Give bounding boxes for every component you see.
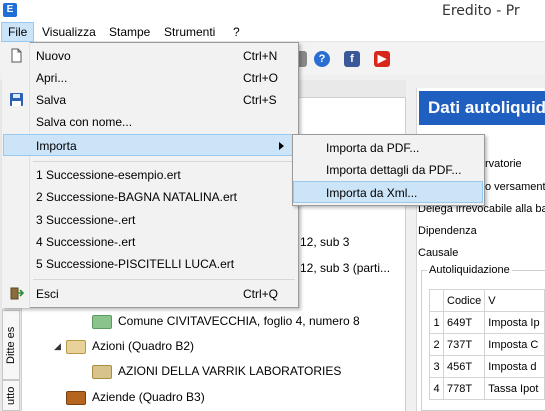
label-versamento: o versament bbox=[485, 181, 545, 193]
label-dipendenza: Dipendenza bbox=[418, 225, 477, 237]
table-row[interactable]: 2 737T Imposta C bbox=[429, 333, 545, 356]
table-header[interactable]: Codice bbox=[442, 289, 486, 312]
table-header-row: Codice V bbox=[429, 289, 545, 312]
table-row[interactable]: 1 649T Imposta Ip bbox=[429, 311, 545, 334]
tab-tutto[interactable]: utto bbox=[2, 380, 20, 411]
menu-file[interactable]: File bbox=[1, 22, 35, 42]
menu-separator bbox=[33, 279, 295, 280]
toolbar-partial-icon[interactable] bbox=[299, 51, 307, 67]
menu-item-shortcut: Ctrl+O bbox=[243, 71, 279, 85]
menu-item-label: Importa dettagli da PDF... bbox=[326, 163, 462, 177]
table-row[interactable]: 3 456T Imposta d bbox=[429, 355, 545, 378]
menu-item-label: Importa bbox=[36, 139, 77, 153]
table-cell[interactable]: Tassa Ipot bbox=[484, 377, 545, 400]
table-cell: 4 bbox=[429, 377, 444, 400]
submenu-item-import-pdf[interactable]: Importa da PDF... bbox=[293, 137, 483, 159]
building-icon bbox=[66, 390, 86, 405]
tree-item-varrik[interactable]: AZIONI DELLA VARRIK LABORATORIES bbox=[92, 361, 341, 381]
tree-item-sub3-parti[interactable]: 12, sub 3 (parti... bbox=[300, 258, 390, 278]
window-title: Eredito - Pr bbox=[442, 3, 520, 19]
menu-strumenti[interactable]: Strumenti bbox=[158, 22, 221, 42]
table-cell: 1 bbox=[429, 311, 444, 334]
submenu-item-import-details-pdf[interactable]: Importa dettagli da PDF... bbox=[293, 159, 483, 181]
new-file-icon bbox=[11, 48, 22, 63]
table-cell[interactable]: 649T bbox=[442, 311, 486, 334]
menu-item-label: 4 Successione-.ert bbox=[36, 235, 136, 249]
menu-item-importa[interactable]: Importa bbox=[3, 134, 298, 156]
autoliquidazione-title: Autoliquidazione bbox=[427, 264, 512, 276]
table-cell[interactable]: 737T bbox=[442, 333, 486, 356]
youtube-icon[interactable]: ▶ bbox=[374, 51, 390, 67]
menu-item-recent-3[interactable]: 3 Successione-.ert bbox=[3, 209, 298, 231]
label-causale: Causale bbox=[418, 247, 459, 259]
collapse-icon[interactable]: ◢ bbox=[54, 341, 61, 352]
menu-item-label: 2 Successione-BAGNA NATALINA.ert bbox=[36, 190, 237, 204]
tree-item-label: Azioni (Quadro B2) bbox=[92, 339, 195, 353]
menu-item-shortcut: Ctrl+S bbox=[243, 93, 277, 107]
menu-item-recent-5[interactable]: 5 Successione-PISCITELLI LUCA.ert bbox=[3, 253, 298, 275]
menu-item-esci[interactable]: Esci Ctrl+Q bbox=[3, 283, 298, 305]
table-cell: 3 bbox=[429, 355, 444, 378]
save-icon bbox=[10, 93, 23, 106]
tab-ditte[interactable]: Ditte es bbox=[2, 310, 20, 380]
tree-item-aziende[interactable]: Aziende (Quadro B3) bbox=[66, 387, 205, 407]
menu-item-label: Esci bbox=[36, 287, 59, 301]
tree-item-label: Comune CIVITAVECCHIA, foglio 4, numero 8 bbox=[118, 314, 360, 328]
map-icon bbox=[92, 314, 112, 329]
submenu-arrow-icon bbox=[279, 142, 284, 150]
menu-bar: File Visualizza Stampe Strumenti ? bbox=[0, 22, 545, 42]
table-cell: 2 bbox=[429, 333, 444, 356]
tree-item-label: Aziende (Quadro B3) bbox=[92, 390, 205, 404]
title-bar: E Eredito - Pr bbox=[0, 0, 545, 22]
table-header[interactable]: V bbox=[484, 289, 545, 312]
menu-stampe[interactable]: Stampe bbox=[103, 22, 156, 42]
menu-help[interactable]: ? bbox=[227, 22, 246, 42]
menu-item-nuovo[interactable]: Nuovo Ctrl+N bbox=[3, 45, 298, 67]
menu-item-recent-2[interactable]: 2 Successione-BAGNA NATALINA.ert bbox=[3, 186, 298, 208]
menu-item-label: Apri... bbox=[36, 71, 68, 85]
help-icon[interactable]: ? bbox=[314, 51, 330, 67]
menu-item-label: Nuovo bbox=[36, 49, 71, 63]
label-osservatorie: rvatorie bbox=[485, 158, 522, 170]
menu-item-label: Salva con nome... bbox=[36, 115, 133, 129]
menu-item-label: Salva bbox=[36, 93, 67, 107]
menu-item-label: Importa da PDF... bbox=[326, 141, 420, 155]
stock-certificate-icon bbox=[92, 364, 112, 379]
menu-item-label: 3 Successione-.ert bbox=[36, 213, 136, 227]
menu-item-shortcut: Ctrl+Q bbox=[243, 287, 279, 301]
table-cell[interactable]: Imposta C bbox=[484, 333, 545, 356]
facebook-icon[interactable]: f bbox=[344, 51, 360, 67]
tree-item-azioni[interactable]: Azioni (Quadro B2) bbox=[66, 336, 194, 356]
table-cell[interactable]: 778T bbox=[442, 377, 486, 400]
tree-item-label: AZIONI DELLA VARRIK LABORATORIES bbox=[118, 364, 342, 378]
menu-item-salva[interactable]: Salva Ctrl+S bbox=[3, 89, 298, 111]
table-cell[interactable]: Imposta Ip bbox=[484, 311, 545, 334]
menu-item-apri[interactable]: Apri... Ctrl+O bbox=[3, 67, 298, 89]
table-cell[interactable]: Imposta d bbox=[484, 355, 545, 378]
menu-item-label: 5 Successione-PISCITELLI LUCA.ert bbox=[36, 257, 235, 271]
menu-item-salva-con-nome[interactable]: Salva con nome... bbox=[3, 111, 298, 133]
app-icon: E bbox=[3, 3, 17, 17]
menu-item-recent-4[interactable]: 4 Successione-.ert bbox=[3, 231, 298, 253]
autoliquidazione-table: Codice V 1 649T Imposta Ip 2 737T Impost… bbox=[429, 289, 545, 400]
tree-item-sub3[interactable]: 12, sub 3 bbox=[300, 232, 349, 252]
menu-item-label: 1 Successione-esempio.ert bbox=[36, 168, 181, 182]
menu-item-label: Importa da Xml... bbox=[326, 186, 418, 200]
table-cell[interactable]: 456T bbox=[442, 355, 486, 378]
stocks-icon bbox=[66, 339, 86, 354]
table-header bbox=[429, 289, 444, 312]
menu-item-recent-1[interactable]: 1 Successione-esempio.ert bbox=[3, 164, 298, 186]
table-row[interactable]: 4 778T Tassa Ipot bbox=[429, 377, 545, 400]
section-banner: Dati autoliquid bbox=[419, 91, 545, 125]
exit-icon bbox=[10, 287, 24, 300]
menu-item-shortcut: Ctrl+N bbox=[243, 49, 278, 63]
submenu-item-import-xml[interactable]: Importa da Xml... bbox=[293, 181, 483, 203]
menu-visualizza[interactable]: Visualizza bbox=[36, 22, 102, 42]
tree-item-comune[interactable]: Comune CIVITAVECCHIA, foglio 4, numero 8 bbox=[92, 311, 360, 331]
menu-separator bbox=[33, 161, 295, 162]
